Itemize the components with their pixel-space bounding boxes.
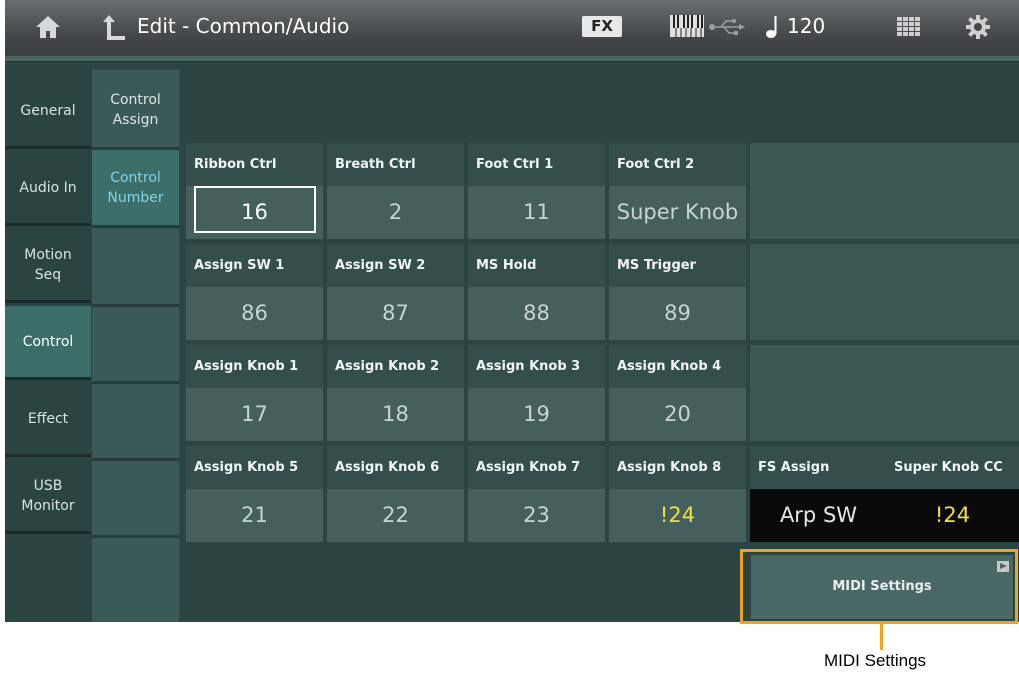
cell-value: 87	[382, 301, 409, 325]
tab-label: USB Monitor	[21, 477, 75, 514]
cell-label: Breath Ctrl	[327, 143, 464, 186]
assign-knob-7-cell[interactable]: Assign Knob 7 23	[468, 446, 605, 542]
empty-cell	[750, 345, 887, 441]
foot-ctrl-2-cell[interactable]: Foot Ctrl 2 Super Knob	[609, 143, 746, 239]
cell-label: Assign Knob 2	[327, 345, 464, 388]
cell-value: 18	[382, 402, 409, 426]
empty-cell	[750, 244, 887, 340]
cell-label: MS Trigger	[609, 244, 746, 287]
tab-control[interactable]: Control	[5, 306, 91, 380]
cell-value: 86	[241, 301, 268, 325]
super-knob-cc-cell[interactable]: Super Knob CC !24	[886, 446, 1019, 542]
cell-label: Super Knob CC	[886, 446, 1019, 489]
cell-value: 2	[388, 200, 403, 224]
subtab-label: Control Number	[107, 169, 164, 206]
tempo-value[interactable]: 120	[787, 14, 825, 38]
cell-label: Foot Ctrl 1	[468, 143, 605, 186]
assign-knob-1-cell[interactable]: Assign Knob 1 17	[186, 345, 323, 441]
highlight-box	[740, 549, 1018, 624]
cell-label: Assign Knob 1	[186, 345, 323, 388]
top-bar: Edit - Common/Audio FX 120	[5, 0, 1019, 56]
tab-audio-in[interactable]: Audio In	[5, 152, 91, 226]
callout-line	[880, 624, 883, 650]
tab-general[interactable]: General	[5, 75, 91, 149]
cell-value: 11	[523, 200, 550, 224]
tab-label: General	[20, 102, 76, 119]
assign-knob-5-cell[interactable]: Assign Knob 5 21	[186, 446, 323, 542]
note-icon	[766, 16, 777, 38]
ms-trigger-cell[interactable]: MS Trigger 89	[609, 244, 746, 340]
subtab-control-assign[interactable]: Control Assign	[92, 72, 179, 150]
cell-label: Assign Knob 7	[468, 446, 605, 489]
assign-sw-2-cell[interactable]: Assign SW 2 87	[327, 244, 464, 340]
home-icon[interactable]	[35, 14, 61, 40]
subtab-divider	[92, 381, 179, 384]
subtab-divider	[92, 458, 179, 461]
fs-assign-cell[interactable]: FS Assign Arp SW	[750, 446, 887, 542]
cell-value: !24	[886, 489, 1019, 542]
cell-label: Assign SW 1	[186, 244, 323, 287]
cell-label: Assign Knob 5	[186, 446, 323, 489]
empty-cell	[886, 345, 1019, 441]
keyboard-icon	[670, 15, 704, 37]
cell-value: 88	[523, 301, 550, 325]
cell-label: Assign SW 2	[327, 244, 464, 287]
subtab-control-number[interactable]: Control Number	[92, 150, 179, 228]
cell-label: Foot Ctrl 2	[609, 143, 746, 186]
cell-label: Assign Knob 3	[468, 345, 605, 388]
cell-value: 89	[664, 301, 691, 325]
breath-ctrl-cell[interactable]: Breath Ctrl 2	[327, 143, 464, 239]
cell-value: 22	[382, 503, 409, 527]
grid-icon[interactable]	[897, 17, 921, 37]
header-divider	[5, 56, 1019, 62]
fx-button[interactable]: FX	[582, 16, 622, 37]
subtab-divider	[92, 535, 179, 538]
cell-value: 21	[241, 503, 268, 527]
cell-value: !24	[659, 503, 696, 527]
assign-knob-6-cell[interactable]: Assign Knob 6 22	[327, 446, 464, 542]
back-icon[interactable]	[103, 13, 127, 41]
tab-effect[interactable]: Effect	[5, 383, 91, 457]
subtab-divider	[92, 304, 179, 307]
empty-cell	[886, 244, 1019, 340]
cell-value: 20	[664, 402, 691, 426]
assign-sw-1-cell[interactable]: Assign SW 1 86	[186, 244, 323, 340]
cell-value: 23	[523, 503, 550, 527]
assign-knob-4-cell[interactable]: Assign Knob 4 20	[609, 345, 746, 441]
assign-knob-8-cell[interactable]: Assign Knob 8 !24	[609, 446, 746, 542]
usb-icon	[709, 19, 745, 35]
tab-usb-monitor[interactable]: USB Monitor	[5, 460, 91, 534]
empty-cell	[886, 143, 1019, 239]
synth-screen: Edit - Common/Audio FX 120 General Audio…	[5, 0, 1019, 622]
subtab-label: Control Assign	[110, 91, 161, 128]
assign-knob-3-cell[interactable]: Assign Knob 3 19	[468, 345, 605, 441]
tab-motion-seq[interactable]: Motion Seq	[5, 229, 91, 303]
ribbon-ctrl-cell[interactable]: Ribbon Ctrl 16	[186, 143, 323, 239]
cell-value: 19	[523, 402, 550, 426]
tab-empty	[5, 537, 91, 622]
selection-cursor	[194, 186, 316, 233]
callout-label: MIDI Settings	[824, 651, 927, 670]
cell-label: FS Assign	[750, 446, 887, 489]
empty-cell	[750, 143, 887, 239]
cell-label: Ribbon Ctrl	[186, 143, 323, 186]
cell-label: Assign Knob 6	[327, 446, 464, 489]
cell-value: 17	[241, 402, 268, 426]
cell-label: Assign Knob 8	[609, 446, 746, 489]
assign-knob-2-cell[interactable]: Assign Knob 2 18	[327, 345, 464, 441]
tab-label: Motion Seq	[24, 246, 72, 283]
cell-label: Assign Knob 4	[609, 345, 746, 388]
cell-label: MS Hold	[468, 244, 605, 287]
tab-label: Audio In	[19, 179, 77, 196]
page-title: Edit - Common/Audio	[137, 14, 350, 38]
tab-label: Effect	[27, 410, 69, 427]
foot-ctrl-1-cell[interactable]: Foot Ctrl 1 11	[468, 143, 605, 239]
ms-hold-cell[interactable]: MS Hold 88	[468, 244, 605, 340]
cell-value: Arp SW	[750, 489, 887, 542]
gear-icon[interactable]	[965, 14, 991, 40]
cell-value: Super Knob	[616, 200, 739, 224]
tab-label: Control	[22, 333, 74, 350]
